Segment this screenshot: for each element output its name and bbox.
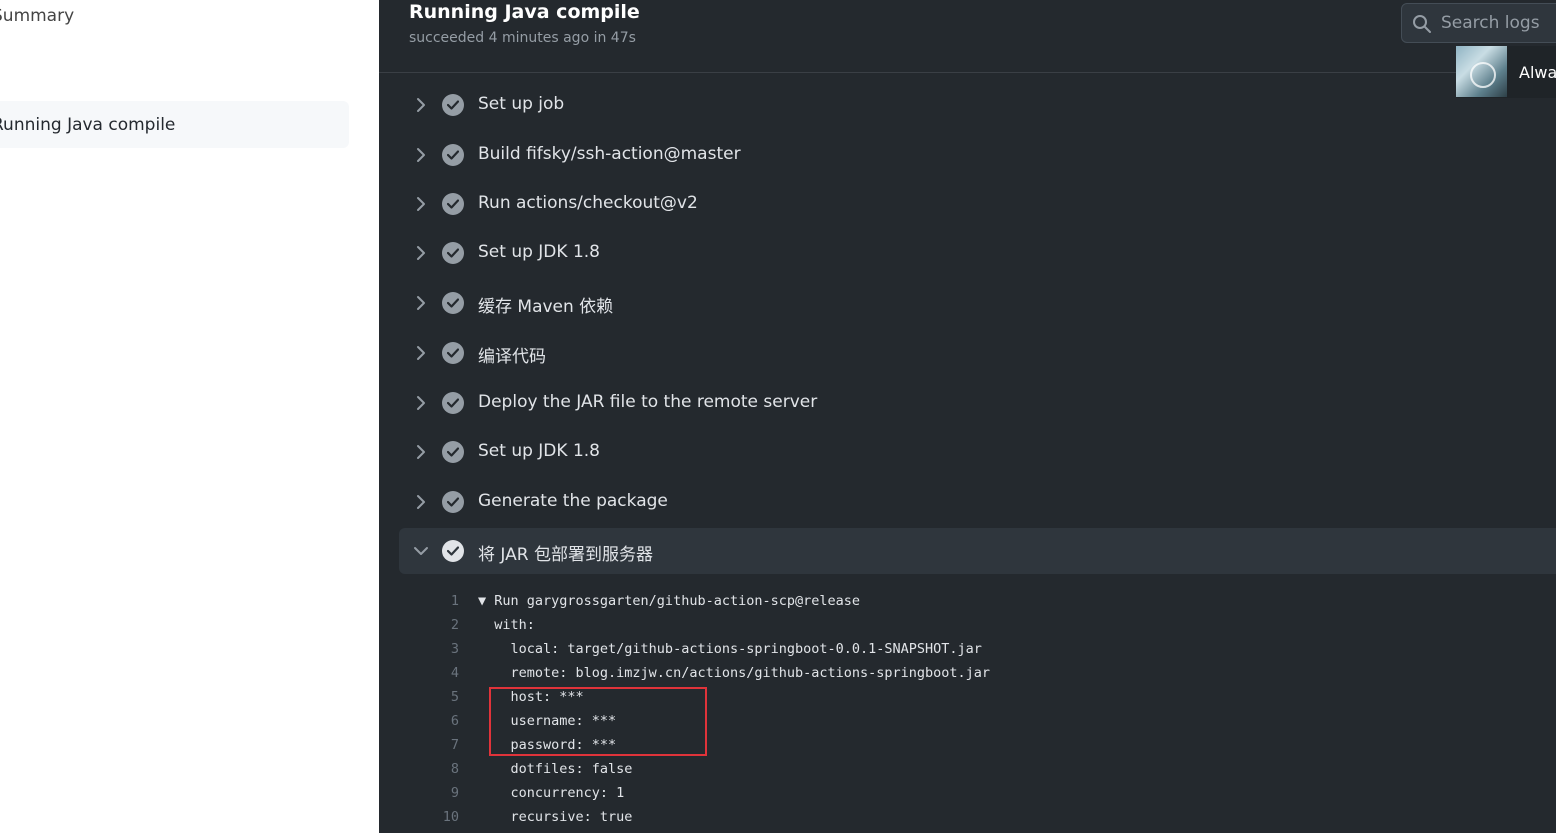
step-row[interactable]: Set up JDK 1.8 <box>399 230 1556 276</box>
line-number[interactable]: 7 <box>419 737 459 753</box>
log-text: local: target/github-actions-springboot-… <box>478 641 982 657</box>
line-number[interactable]: 9 <box>419 785 459 801</box>
check-circle-icon <box>442 540 464 562</box>
check-circle-icon <box>442 242 464 264</box>
step-label: Generate the package <box>478 491 668 511</box>
chevron-right-icon[interactable] <box>413 245 429 261</box>
log-line: 1 ▼ Run garygrossgarten/github-action-scp… <box>379 590 1556 614</box>
line-number[interactable]: 2 <box>419 617 459 633</box>
log-text: remote: blog.imzjw.cn/actions/github-act… <box>478 665 991 681</box>
chevron-right-icon[interactable] <box>413 97 429 113</box>
search-logs-input[interactable]: Search logs <box>1401 3 1556 43</box>
job-title: Running Java compile <box>409 1 640 23</box>
step-label: Deploy the JAR file to the remote server <box>478 392 818 412</box>
chevron-right-icon[interactable] <box>413 444 429 460</box>
step-label: 将 JAR 包部署到服务器 <box>478 545 653 565</box>
line-number[interactable]: 6 <box>419 713 459 729</box>
check-circle-icon <box>442 292 464 314</box>
log-text: ▼ Run garygrossgarten/github-action-scp@… <box>478 593 861 609</box>
log-text: with: <box>478 617 535 633</box>
step-label: Build fifsky/ssh-action@master <box>478 144 741 164</box>
log-text: concurrency: 1 <box>478 785 625 801</box>
log-line: 10 recursive: true <box>379 806 1556 830</box>
step-row[interactable]: 编译代码 <box>399 330 1556 376</box>
check-circle-icon <box>442 193 464 215</box>
log-line: 4 remote: blog.imzjw.cn/actions/github-a… <box>379 662 1556 686</box>
log-line: 8 dotfiles: false <box>379 758 1556 782</box>
chevron-right-icon[interactable] <box>413 295 429 311</box>
step-row[interactable]: Set up JDK 1.8 <box>399 429 1556 475</box>
step-row[interactable]: 缓存 Maven 依赖 <box>399 280 1556 326</box>
check-circle-icon <box>442 144 464 166</box>
sidebar-summary-label: Summary <box>0 6 75 26</box>
check-circle-icon <box>442 342 464 364</box>
step-label: Run actions/checkout@v2 <box>478 193 698 213</box>
step-row[interactable]: Run actions/checkout@v2 <box>399 181 1556 227</box>
step-row[interactable]: Set up job <box>399 82 1556 128</box>
check-circle-icon <box>442 441 464 463</box>
step-row[interactable]: Build fifsky/ssh-action@master <box>399 132 1556 178</box>
log-line: 9 concurrency: 1 <box>379 782 1556 806</box>
search-placeholder: Search logs <box>1441 13 1540 33</box>
line-number[interactable]: 1 <box>419 593 459 609</box>
sidebar-summary-link[interactable]: Summary <box>0 6 74 26</box>
widget-text: Alway <box>1519 63 1556 82</box>
log-line: 3 local: target/github-actions-springboo… <box>379 638 1556 662</box>
chevron-down-icon[interactable] <box>413 543 429 559</box>
step-row[interactable]: Deploy the JAR file to the remote server <box>399 380 1556 426</box>
step-row[interactable]: 将 JAR 包部署到服务器 <box>399 528 1556 574</box>
chevron-right-icon[interactable] <box>413 395 429 411</box>
step-label: Set up JDK 1.8 <box>478 242 600 262</box>
log-line: 2 with: <box>379 614 1556 638</box>
step-label: Set up JDK 1.8 <box>478 441 600 461</box>
line-number[interactable]: 8 <box>419 761 459 777</box>
line-number[interactable]: 5 <box>419 689 459 705</box>
job-status: succeeded 4 minutes ago in 47s <box>409 30 636 46</box>
log-text: dotfiles: false <box>478 761 633 777</box>
step-label: 编译代码 <box>478 347 546 367</box>
job-header: Running Java compile succeeded 4 minutes… <box>379 0 1556 73</box>
check-circle-icon <box>442 94 464 116</box>
step-label: Set up job <box>478 94 565 114</box>
chevron-right-icon[interactable] <box>413 196 429 212</box>
line-number[interactable]: 4 <box>419 665 459 681</box>
sidebar: Summary Running Java compile <box>0 0 379 833</box>
chevron-right-icon[interactable] <box>413 494 429 510</box>
sidebar-job-item[interactable]: Running Java compile <box>0 101 349 148</box>
search-icon <box>1413 15 1431 33</box>
sidebar-job-label: Running Java compile <box>0 115 176 135</box>
line-number[interactable]: 3 <box>419 641 459 657</box>
credentials-highlight-box <box>489 687 707 756</box>
log-text: recursive: true <box>478 809 633 825</box>
check-circle-icon <box>442 392 464 414</box>
chevron-right-icon[interactable] <box>413 345 429 361</box>
line-number[interactable]: 10 <box>419 809 459 825</box>
check-circle-icon <box>442 491 464 513</box>
step-row[interactable]: Generate the package <box>399 479 1556 525</box>
chevron-right-icon[interactable] <box>413 147 429 163</box>
step-label: 缓存 Maven 依赖 <box>478 297 614 317</box>
